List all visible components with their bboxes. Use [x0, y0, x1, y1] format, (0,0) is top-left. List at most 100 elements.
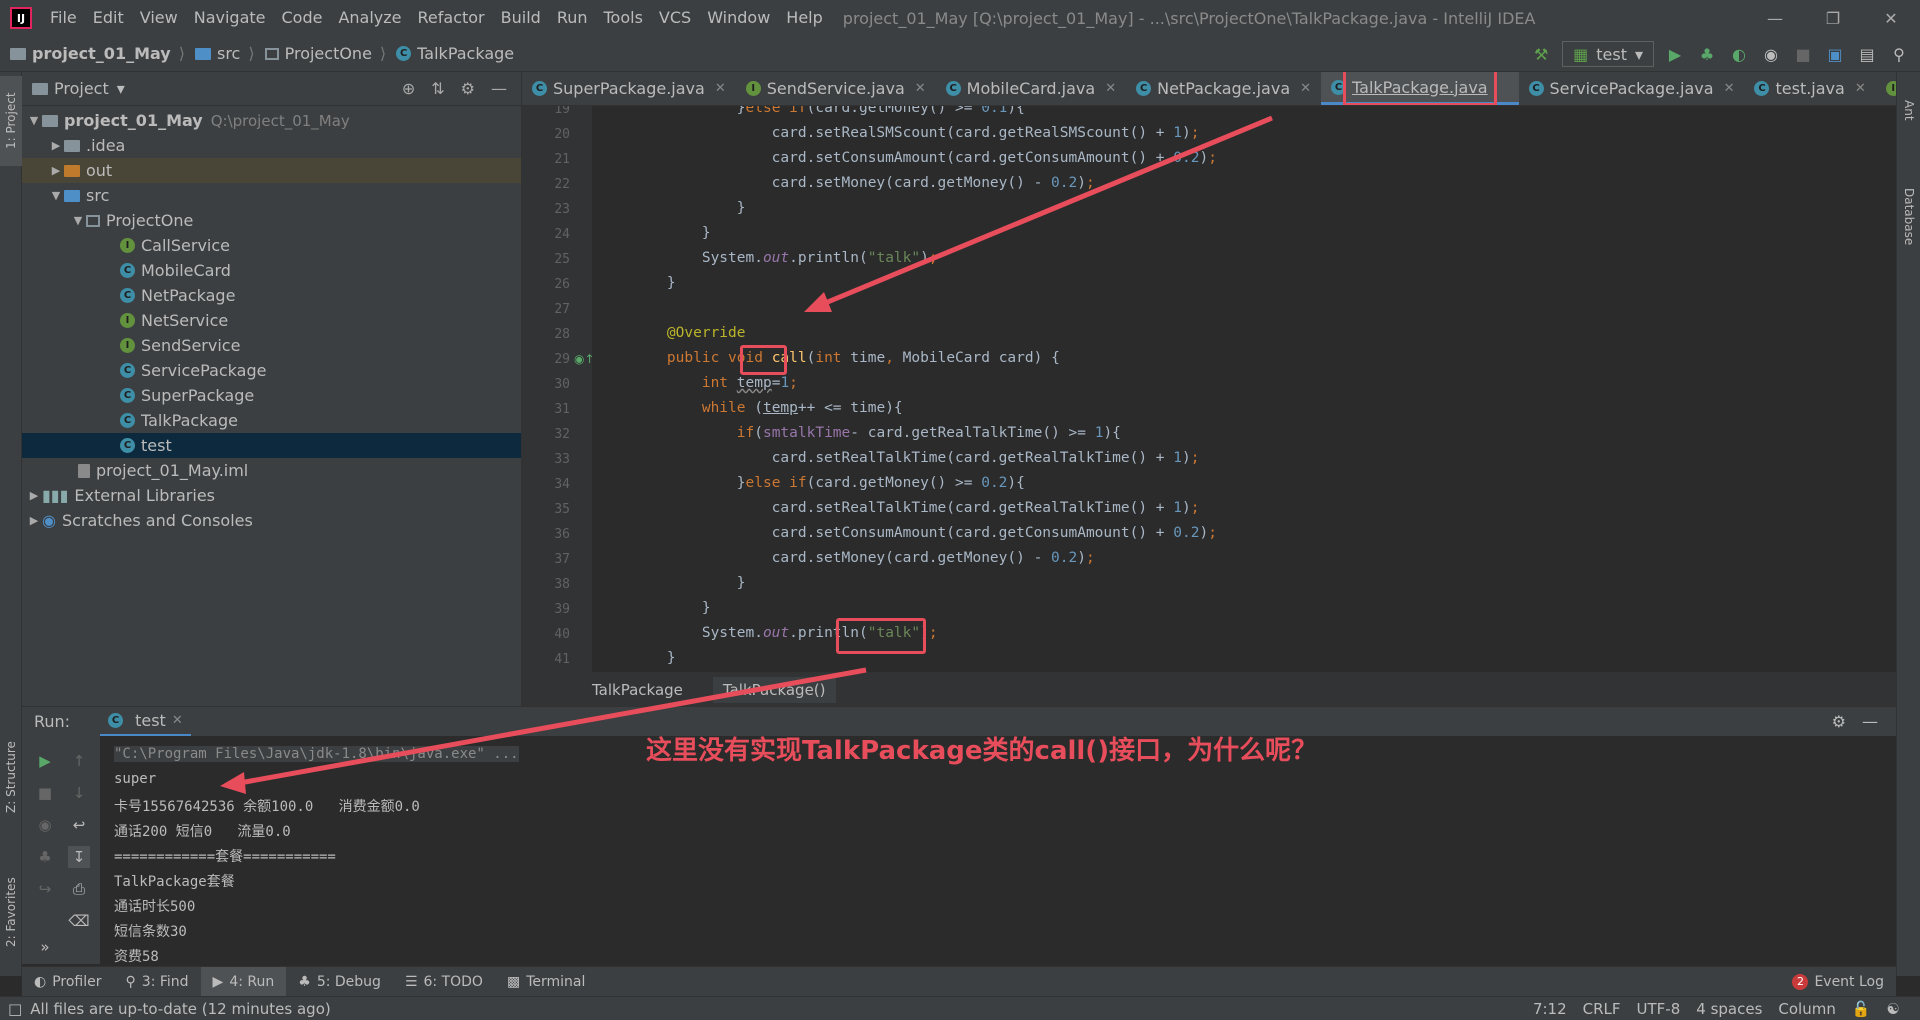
- close-icon[interactable]: ✕: [1862, 0, 1920, 36]
- run-config-select[interactable]: ▦ test ▾: [1562, 41, 1654, 67]
- close-icon[interactable]: ✕: [1300, 81, 1311, 96]
- crumb-method[interactable]: TalkPackage(): [712, 676, 836, 703]
- indent-setting[interactable]: 4 spaces: [1696, 1000, 1762, 1018]
- minimize-icon[interactable]: —: [1746, 0, 1804, 36]
- run-icon[interactable]: ▶: [1664, 43, 1686, 65]
- tree-item-netservice[interactable]: I NetService: [22, 308, 521, 333]
- status-icon[interactable]: □: [8, 1000, 22, 1018]
- tab-superpackage[interactable]: C SuperPackage.java ✕: [522, 72, 736, 105]
- close-icon[interactable]: ✕: [1105, 81, 1116, 96]
- crumb-class[interactable]: TalkPackage: [592, 681, 683, 699]
- locate-icon[interactable]: ⊕: [402, 79, 415, 98]
- menu-edit[interactable]: Edit: [85, 0, 132, 36]
- menu-vcs[interactable]: VCS: [651, 0, 699, 36]
- menu-tools[interactable]: Tools: [596, 0, 651, 36]
- tree-item-callservice[interactable]: I CallService: [22, 233, 521, 258]
- menu-navigate[interactable]: Navigate: [186, 0, 274, 36]
- tree-item-idea[interactable]: ▶ .idea: [22, 133, 521, 158]
- tab-mobilecard[interactable]: C MobileCard.java ✕: [936, 72, 1126, 105]
- run-tab-test[interactable]: Ctest ✕: [100, 707, 191, 737]
- tree-item-mobilecard[interactable]: C MobileCard: [22, 258, 521, 283]
- inspector-icon[interactable]: ☯: [1887, 1000, 1900, 1018]
- tab-terminal[interactable]: ▩ Terminal: [495, 974, 597, 990]
- close-icon[interactable]: ✕: [1855, 81, 1866, 96]
- breadcrumb-class[interactable]: C TalkPackage: [396, 44, 514, 63]
- tree-item-out[interactable]: ▶ out: [22, 158, 521, 183]
- override-marker-icon[interactable]: ◉↑: [574, 352, 592, 366]
- menu-code[interactable]: Code: [274, 0, 331, 36]
- tree-item-src[interactable]: ▼ src: [22, 183, 521, 208]
- project-structure-icon[interactable]: ▣: [1824, 43, 1846, 65]
- trash-icon[interactable]: ⌫: [68, 910, 90, 932]
- scroll-to-end-icon[interactable]: ↧: [68, 846, 90, 868]
- menu-view[interactable]: View: [132, 0, 186, 36]
- caret-position[interactable]: 7:12: [1533, 1000, 1567, 1018]
- tree-item-netpackage[interactable]: C NetPackage: [22, 283, 521, 308]
- camera-icon[interactable]: ◉: [34, 814, 56, 836]
- coverage-icon[interactable]: ◐: [1728, 43, 1750, 65]
- exit-icon[interactable]: ↪: [34, 878, 56, 900]
- hide-icon[interactable]: —: [1862, 712, 1878, 731]
- close-icon[interactable]: ✕: [715, 81, 726, 96]
- tab-event-log[interactable]: 2 Event Log: [1780, 973, 1896, 990]
- line-separator[interactable]: CRLF: [1583, 1000, 1621, 1018]
- rerun-icon[interactable]: ▶: [34, 750, 56, 772]
- tab-project-tool[interactable]: 1: Project: [0, 76, 22, 166]
- up-arrow-icon[interactable]: ↑: [68, 750, 90, 772]
- close-icon[interactable]: ✕: [1724, 81, 1735, 96]
- tab-structure-tool[interactable]: Z: Structure: [0, 722, 22, 832]
- tab-favorites-tool[interactable]: 2: Favorites: [0, 862, 22, 962]
- tab-database[interactable]: Database: [1897, 162, 1920, 272]
- chevron-down-icon[interactable]: ▾: [117, 79, 125, 98]
- stop-icon[interactable]: ■: [1792, 43, 1814, 65]
- down-arrow-icon[interactable]: ↓: [68, 782, 90, 804]
- search-icon[interactable]: ⚲: [1888, 43, 1910, 65]
- file-encoding[interactable]: UTF-8: [1637, 1000, 1681, 1018]
- collapse-icon[interactable]: ⇅: [431, 79, 444, 98]
- menu-build[interactable]: Build: [493, 0, 549, 36]
- stop-icon[interactable]: ■: [34, 782, 56, 804]
- print-icon[interactable]: ⎙: [68, 878, 90, 900]
- tab-debug[interactable]: ♣ 5: Debug: [286, 974, 393, 990]
- tab-ant[interactable]: Ant: [1897, 80, 1920, 140]
- breadcrumb-package[interactable]: ProjectOne ⟩: [264, 44, 386, 63]
- debug-bug-icon[interactable]: ♣: [34, 846, 56, 868]
- tab-servicepackage[interactable]: C ServicePackage.java ✕: [1519, 72, 1745, 105]
- breadcrumb-project[interactable]: project_01_May ⟩: [10, 44, 185, 63]
- tab-profiler[interactable]: ◐ Profiler: [22, 974, 114, 990]
- tab-find[interactable]: ⚲ 3: Find: [114, 974, 201, 990]
- tab-talkpackage[interactable]: CTalkPackage.java✕: [1321, 72, 1519, 105]
- lock-icon[interactable]: 🔓: [1852, 1000, 1871, 1018]
- tab-sendservice[interactable]: I SendService.java ✕: [736, 72, 936, 105]
- layout-icon[interactable]: ▤: [1856, 43, 1878, 65]
- menu-window[interactable]: Window: [699, 0, 778, 36]
- code-editor[interactable]: }else if(card.getMoney() >= 0.1){ card.s…: [592, 106, 1880, 672]
- menu-run[interactable]: Run: [549, 0, 596, 36]
- gear-icon[interactable]: ⚙: [461, 79, 475, 98]
- debug-icon[interactable]: ♣: [1696, 43, 1718, 65]
- menu-help[interactable]: Help: [778, 0, 830, 36]
- close-icon[interactable]: ✕: [915, 81, 926, 96]
- project-panel-title[interactable]: Project: [54, 79, 109, 98]
- tree-item-sendservice[interactable]: I SendService: [22, 333, 521, 358]
- tab-todo[interactable]: ☰ 6: TODO: [393, 974, 495, 990]
- soft-wrap-icon[interactable]: ↩: [68, 814, 90, 836]
- profile-icon[interactable]: ◉: [1760, 43, 1782, 65]
- tree-item-iml[interactable]: project_01_May.iml: [22, 458, 521, 483]
- tab-netpackage[interactable]: C NetPackage.java ✕: [1126, 72, 1321, 105]
- menu-file[interactable]: File: [42, 0, 85, 36]
- more-icon[interactable]: »: [34, 936, 56, 958]
- tree-item-test[interactable]: Ctest: [22, 433, 521, 458]
- tree-item-project-root[interactable]: ▼ project_01_May Q:\project_01_May: [22, 108, 521, 133]
- tree-item-external-libraries[interactable]: ▶ ▮▮▮ External Libraries: [22, 483, 521, 508]
- tab-run[interactable]: ▶ 4: Run: [200, 966, 287, 997]
- tree-item-scratches[interactable]: ▶ ◉ Scratches and Consoles: [22, 508, 521, 533]
- breadcrumb-src[interactable]: src ⟩: [194, 44, 255, 63]
- tree-item-superpackage[interactable]: C SuperPackage: [22, 383, 521, 408]
- run-console[interactable]: "C:\Program Files\Java\jdk-1.8\bin\java.…: [100, 736, 1896, 964]
- tree-item-package[interactable]: ▼ ProjectOne: [22, 208, 521, 233]
- tree-item-servicepackage[interactable]: C ServicePackage: [22, 358, 521, 383]
- restore-icon[interactable]: ❐: [1804, 0, 1862, 36]
- hide-icon[interactable]: —: [491, 79, 507, 98]
- tree-item-talkpackage[interactable]: C TalkPackage: [22, 408, 521, 433]
